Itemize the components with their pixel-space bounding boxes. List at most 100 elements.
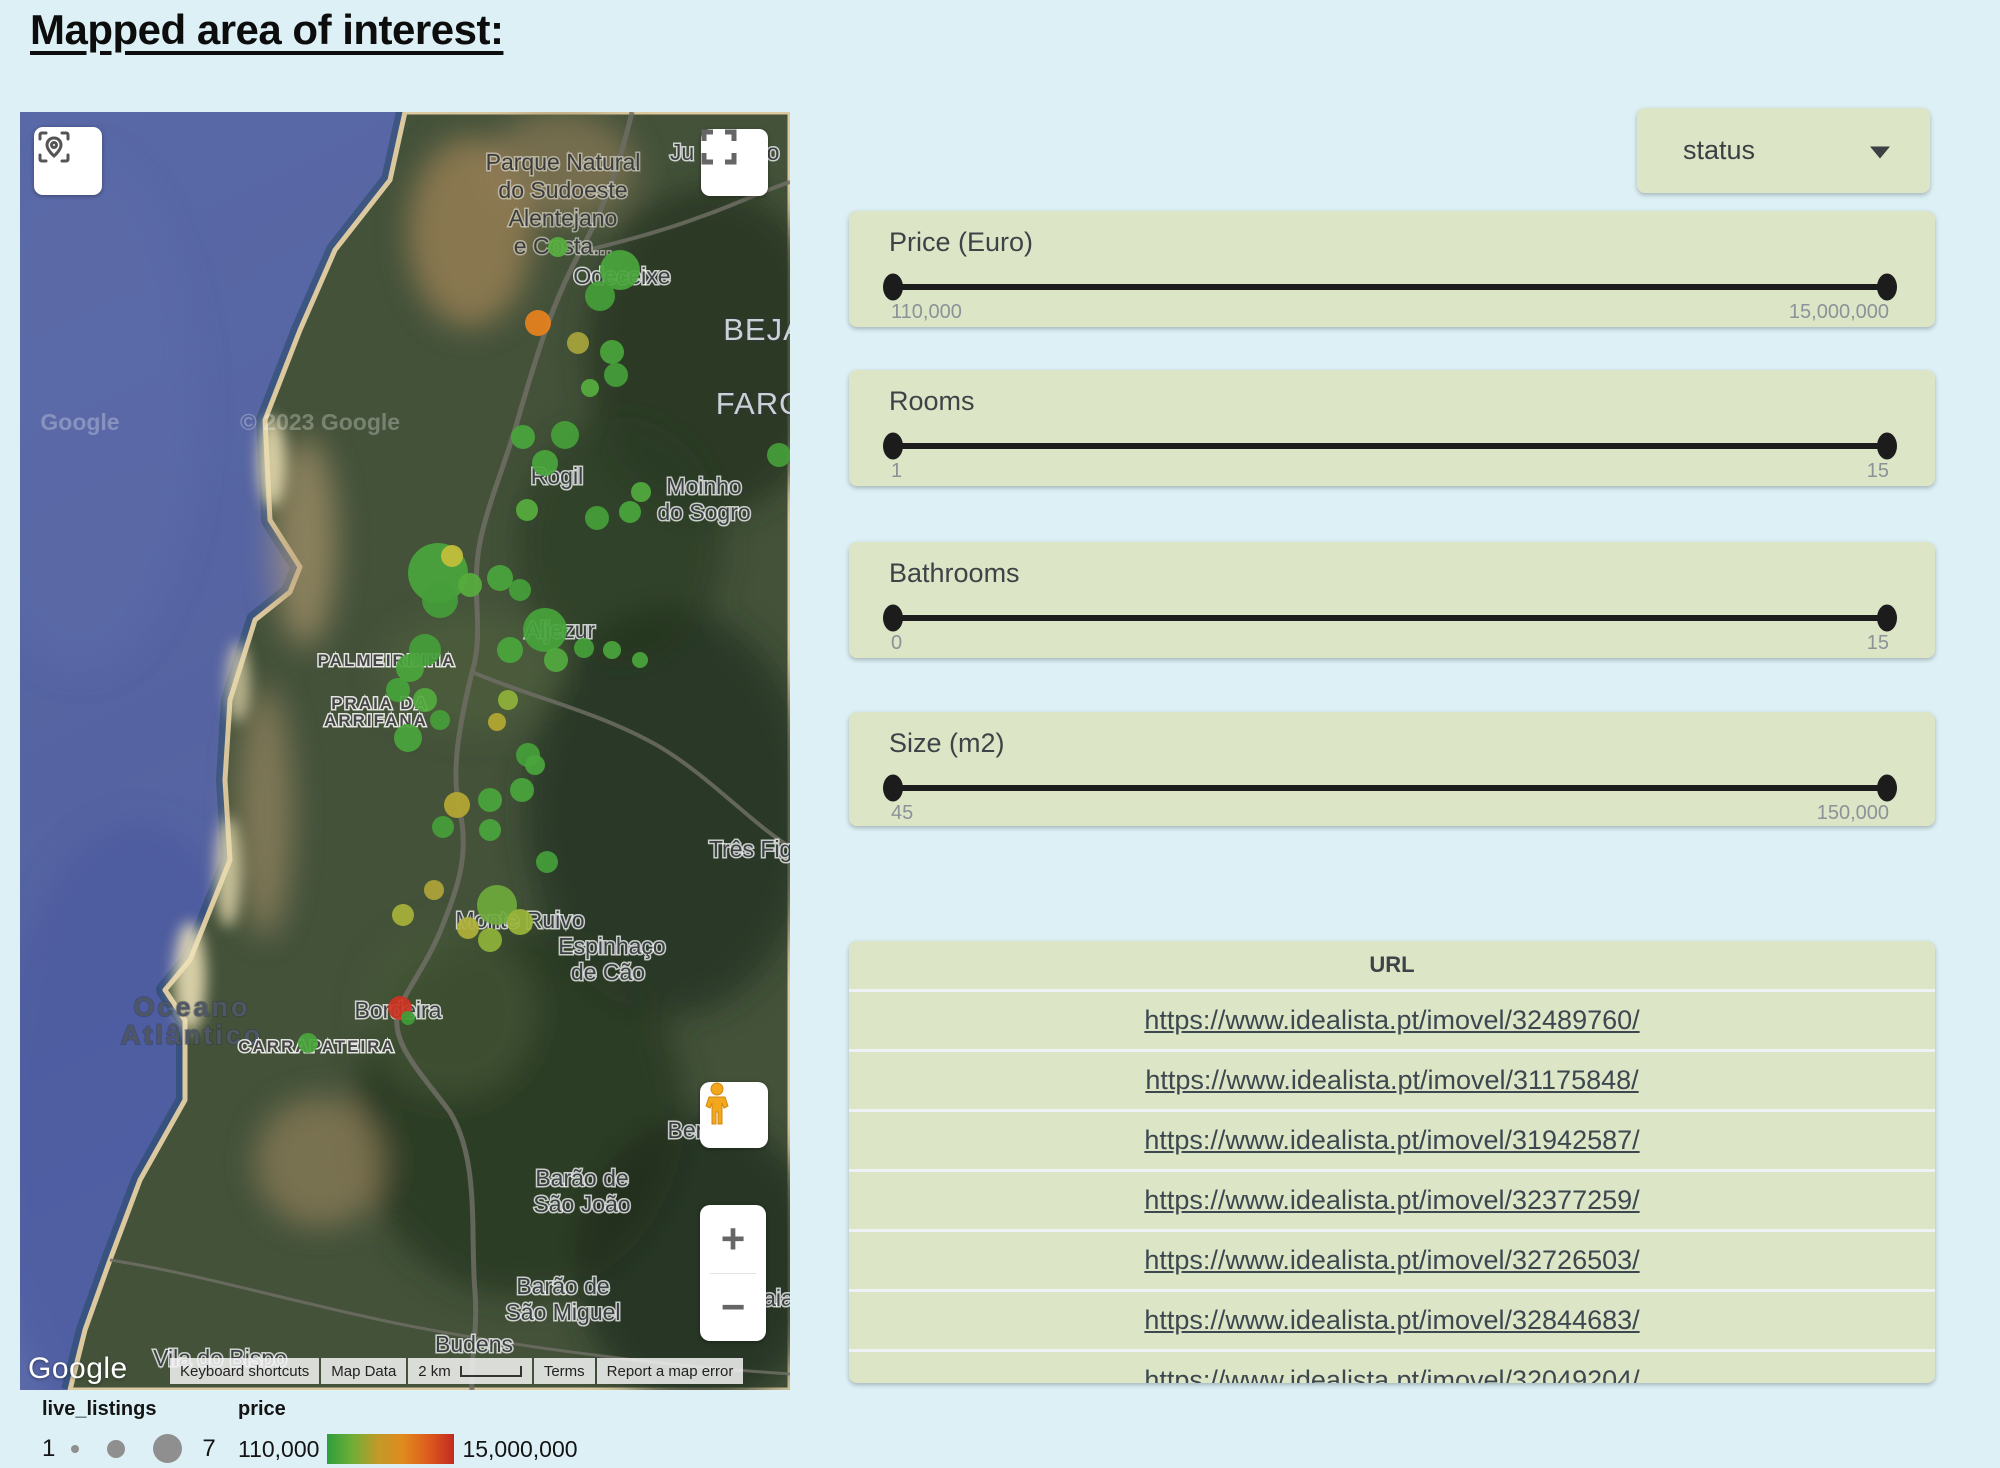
- listing-point[interactable]: [401, 1011, 415, 1025]
- table-row: https://www.idealista.pt/imovel/32049204…: [849, 1349, 1935, 1383]
- listing-point[interactable]: [298, 1033, 318, 1053]
- listing-point[interactable]: [767, 443, 790, 467]
- listing-point[interactable]: [510, 778, 534, 802]
- price-slider-handle-max[interactable]: [1877, 274, 1897, 301]
- fullscreen-button[interactable]: [701, 129, 768, 196]
- zoom-in-button[interactable]: +: [700, 1205, 766, 1273]
- listing-point[interactable]: [619, 501, 641, 523]
- price-legend-max: 15,000,000: [462, 1436, 577, 1463]
- price-slider-label: Price (Euro): [889, 227, 1935, 258]
- listing-point[interactable]: [516, 499, 538, 521]
- listing-point[interactable]: [430, 710, 450, 730]
- listing-point[interactable]: [413, 688, 437, 712]
- terms-link[interactable]: Terms: [534, 1358, 595, 1384]
- price-slider-handle-min[interactable]: [883, 274, 903, 301]
- listing-point[interactable]: [631, 482, 651, 502]
- listing-point[interactable]: [422, 582, 458, 618]
- listing-link[interactable]: https://www.idealista.pt/imovel/31942587…: [1144, 1125, 1639, 1156]
- bathrooms-slider-handle-max[interactable]: [1877, 605, 1897, 632]
- listing-point[interactable]: [392, 904, 414, 926]
- chevron-down-icon: [1870, 146, 1890, 158]
- price-slider-track[interactable]: [891, 284, 1889, 290]
- listing-point[interactable]: [497, 637, 523, 663]
- price-legend: price 110,000 15,000,000: [238, 1398, 578, 1464]
- status-dropdown[interactable]: status: [1637, 108, 1930, 193]
- size-legend-title: live_listings: [42, 1398, 216, 1421]
- listing-point[interactable]: [581, 379, 599, 397]
- google-logo[interactable]: Google: [28, 1352, 128, 1386]
- listing-point[interactable]: [603, 641, 621, 659]
- listing-point[interactable]: [478, 928, 502, 952]
- map-label: Ju: [670, 139, 694, 165]
- locate-button[interactable]: [34, 127, 102, 195]
- listing-point[interactable]: [432, 816, 454, 838]
- table-row: https://www.idealista.pt/imovel/32726503…: [849, 1229, 1935, 1289]
- listing-point[interactable]: [536, 851, 558, 873]
- rooms-slider-handle-min[interactable]: [883, 433, 903, 460]
- page: Mapped area of interest:: [0, 0, 2000, 1468]
- map[interactable]: Parque Naturaldo SudoesteAlentejanoe Cos…: [20, 112, 790, 1390]
- rooms-slider-handle-max[interactable]: [1877, 433, 1897, 460]
- listing-link[interactable]: https://www.idealista.pt/imovel/32049204…: [1144, 1365, 1639, 1383]
- bathrooms-slider-track[interactable]: [891, 615, 1889, 621]
- listing-point[interactable]: [600, 340, 624, 364]
- bathrooms-slider-label: Bathrooms: [889, 558, 1935, 589]
- listing-point[interactable]: [632, 652, 648, 668]
- map-canvas[interactable]: Parque Naturaldo SudoesteAlentejanoe Cos…: [20, 112, 790, 1390]
- listing-point[interactable]: [604, 363, 628, 387]
- size-slider-handle-max[interactable]: [1877, 775, 1897, 802]
- listing-link[interactable]: https://www.idealista.pt/imovel/31175848…: [1145, 1065, 1638, 1096]
- map-label: BEJA: [723, 312, 790, 347]
- listing-point[interactable]: [574, 638, 594, 658]
- listing-point[interactable]: [585, 281, 615, 311]
- listing-point[interactable]: [544, 648, 568, 672]
- keyboard-shortcuts-link[interactable]: Keyboard shortcuts: [170, 1358, 319, 1384]
- listing-link[interactable]: https://www.idealista.pt/imovel/32489760…: [1144, 1005, 1639, 1036]
- listing-point[interactable]: [488, 713, 506, 731]
- page-title: Mapped area of interest:: [30, 6, 503, 54]
- listing-link[interactable]: https://www.idealista.pt/imovel/32844683…: [1144, 1305, 1639, 1336]
- listing-point[interactable]: [551, 421, 579, 449]
- listing-point[interactable]: [523, 608, 567, 652]
- listing-point[interactable]: [567, 332, 589, 354]
- listing-link[interactable]: https://www.idealista.pt/imovel/32377259…: [1144, 1185, 1639, 1216]
- size-slider-track[interactable]: [891, 785, 1889, 791]
- listing-point[interactable]: [532, 450, 558, 476]
- size-legend-max: 7: [202, 1435, 215, 1463]
- map-label: do Sudoeste: [498, 177, 627, 203]
- listing-point[interactable]: [479, 819, 501, 841]
- bathrooms-max-label: 15: [1867, 632, 1889, 655]
- rooms-slider-track[interactable]: [891, 443, 1889, 449]
- listing-point[interactable]: [525, 755, 545, 775]
- listing-point[interactable]: [394, 724, 422, 752]
- listing-point[interactable]: [507, 909, 533, 935]
- listing-point[interactable]: [386, 678, 410, 702]
- listing-point[interactable]: [458, 573, 482, 597]
- listing-point[interactable]: [548, 237, 568, 257]
- size-dot-small: [71, 1445, 79, 1453]
- listing-point[interactable]: [585, 506, 609, 530]
- zoom-out-button[interactable]: −: [700, 1274, 766, 1342]
- map-label: Barão de: [516, 1273, 609, 1299]
- listing-point[interactable]: [478, 788, 502, 812]
- scale-control: 2 km: [408, 1358, 532, 1384]
- map-data-link[interactable]: Map Data: [321, 1358, 406, 1384]
- listing-point[interactable]: [509, 579, 531, 601]
- listing-point[interactable]: [444, 792, 470, 818]
- size-slider-handle-min[interactable]: [883, 775, 903, 802]
- listing-link[interactable]: https://www.idealista.pt/imovel/32726503…: [1144, 1245, 1639, 1276]
- listing-point[interactable]: [396, 654, 424, 682]
- listing-point[interactable]: [457, 917, 479, 939]
- listing-point[interactable]: [424, 880, 444, 900]
- listing-point[interactable]: [487, 565, 513, 591]
- listing-point[interactable]: [498, 690, 518, 710]
- bathrooms-slider-handle-min[interactable]: [883, 605, 903, 632]
- listing-point[interactable]: [511, 425, 535, 449]
- report-map-error-link[interactable]: Report a map error: [597, 1358, 744, 1384]
- pegman-button[interactable]: [700, 1082, 768, 1148]
- map-label: Alentejano: [509, 205, 618, 231]
- listing-point[interactable]: [441, 545, 463, 567]
- price-slider-card: Price (Euro) 110,000 15,000,000: [849, 211, 1935, 327]
- listing-point[interactable]: [525, 310, 551, 336]
- bathrooms-slider-card: Bathrooms 0 15: [849, 542, 1935, 658]
